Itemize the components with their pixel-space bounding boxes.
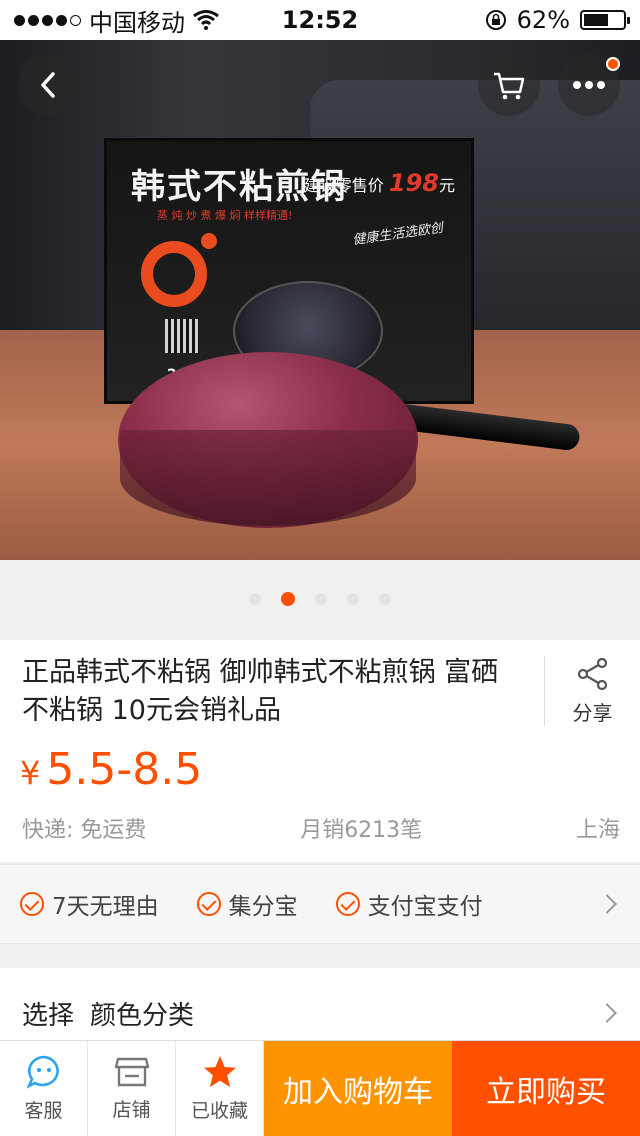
cart-button[interactable] (478, 54, 540, 116)
product-title: 正品韩式不粘锅 御帅韩式不粘煎锅 富硒不粘锅 10元会销礼品 (22, 657, 499, 726)
brand-logo (141, 241, 207, 307)
store-icon (114, 1057, 149, 1087)
carousel-dot[interactable] (249, 593, 261, 605)
price-range: 5.5-8.5 (46, 744, 203, 795)
guarantee-item: 支付宝支付 (335, 887, 483, 921)
signal-icon (14, 14, 81, 26)
share-label: 分享 (572, 700, 613, 725)
guarantee-row[interactable]: 7天无理由 集分宝 支付宝支付 (0, 864, 640, 944)
carousel-dot[interactable] (281, 592, 295, 606)
buy-now-button[interactable]: 立即购买 (452, 1041, 640, 1136)
more-icon (573, 81, 605, 89)
carousel-dot[interactable] (315, 593, 327, 605)
carousel-indicator (0, 560, 640, 638)
product-info: 正品韩式不粘锅 御帅韩式不粘煎锅 富硒不粘锅 10元会销礼品 分享 ¥5.5-8… (0, 640, 640, 862)
select-label: 选择 (22, 1000, 75, 1031)
currency-symbol: ¥ (20, 754, 41, 792)
rotation-lock-icon (485, 10, 506, 30)
shipping: 快递: 免运费 (22, 818, 147, 843)
guarantee-item: 7天无理由 (20, 887, 159, 921)
location: 上海 (575, 818, 620, 843)
share-button[interactable]: 分享 (544, 656, 640, 726)
bottom-action-bar: 客服 店铺 已收藏 加入购物车 立即购买 (0, 1040, 640, 1136)
cart-icon (494, 72, 525, 100)
check-circle-icon (196, 892, 221, 916)
notification-dot (606, 57, 620, 71)
chat-bubble-icon (25, 1055, 59, 1089)
star-icon (203, 1056, 236, 1087)
check-circle-icon (335, 892, 360, 916)
carousel-dot[interactable] (347, 593, 359, 605)
battery-percent: 62% (516, 6, 570, 34)
customer-service-button[interactable]: 客服 (0, 1041, 88, 1136)
monthly-sales: 月销6213笔 (300, 818, 423, 843)
product-meta: 快递: 免运费 月销6213笔 上海 (22, 812, 620, 844)
carousel-dot[interactable] (379, 593, 391, 605)
chevron-right-icon (597, 1003, 617, 1023)
check-circle-icon (20, 892, 44, 916)
favorite-button[interactable]: 已收藏 (176, 1041, 264, 1136)
shop-button[interactable]: 店铺 (88, 1041, 176, 1136)
chevron-left-icon (41, 72, 55, 98)
back-button[interactable] (18, 54, 80, 116)
price: ¥5.5-8.5 (20, 744, 202, 795)
select-value: 颜色分类 (90, 1000, 195, 1031)
add-to-cart-button[interactable]: 加入购物车 (264, 1041, 452, 1136)
battery-icon (580, 10, 630, 30)
status-bar: 中国移动 12:52 62% (0, 0, 640, 40)
carrier: 中国移动 (89, 8, 185, 37)
clock: 12:52 (281, 6, 359, 34)
qr-code (165, 319, 199, 353)
share-icon (577, 657, 607, 690)
product-image-carousel[interactable]: 韩式不粘煎锅 建议零售价 198元 蒸 炖 炒 煮 爆 焖 样样精通! 健康生活… (0, 40, 640, 560)
wifi-icon (193, 10, 219, 30)
guarantee-item: 集分宝 (196, 887, 298, 921)
chevron-right-icon (597, 894, 617, 914)
